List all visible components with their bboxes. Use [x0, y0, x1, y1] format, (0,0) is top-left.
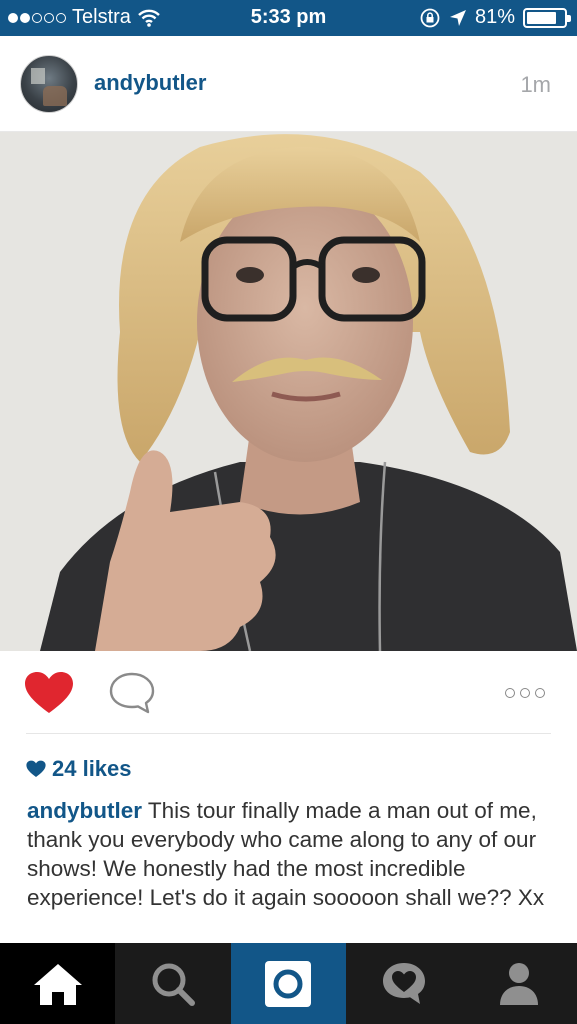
post-header: andybutler 1m	[0, 36, 577, 132]
home-icon	[33, 963, 82, 1005]
comment-button[interactable]	[108, 671, 156, 715]
likes-label: 24 likes	[52, 756, 132, 781]
status-right: 81%	[419, 6, 571, 29]
caption-username[interactable]: andybutler	[27, 798, 142, 823]
search-icon	[152, 963, 196, 1006]
small-heart-icon	[26, 760, 46, 777]
likes-count[interactable]: 24 likes	[26, 756, 132, 782]
battery-fill	[527, 11, 556, 24]
tab-home[interactable]	[0, 943, 116, 1024]
like-button[interactable]	[24, 671, 74, 715]
tab-profile[interactable]	[462, 943, 577, 1024]
post-photo-image	[0, 132, 577, 651]
battery-icon	[523, 7, 571, 28]
tab-search[interactable]	[115, 943, 230, 1024]
status-bar: Telstra 5:33 pm 81%	[0, 0, 577, 36]
camera-icon	[265, 960, 312, 1007]
tab-bar	[0, 943, 577, 1024]
comment-icon	[109, 672, 155, 714]
tab-camera[interactable]	[230, 943, 347, 1024]
rotation-lock-icon	[420, 8, 440, 27]
location-arrow-icon	[449, 9, 466, 26]
more-dot-icon	[505, 688, 515, 698]
battery-percent: 81%	[474, 6, 515, 28]
post-photo[interactable]	[0, 132, 577, 651]
heart-icon	[25, 672, 73, 713]
post-username[interactable]: andybutler	[94, 70, 206, 96]
post-timestamp: 1m	[520, 72, 551, 97]
profile-icon	[500, 962, 539, 1005]
more-dot-icon	[520, 688, 530, 698]
divider	[26, 733, 551, 734]
tab-activity[interactable]	[346, 943, 461, 1024]
post-caption: andybutler This tour finally made a man …	[27, 796, 557, 912]
more-dot-icon	[535, 688, 545, 698]
avatar[interactable]	[20, 55, 78, 113]
activity-icon	[382, 962, 425, 1004]
post-actions	[0, 651, 577, 735]
more-options-button[interactable]	[505, 685, 551, 701]
